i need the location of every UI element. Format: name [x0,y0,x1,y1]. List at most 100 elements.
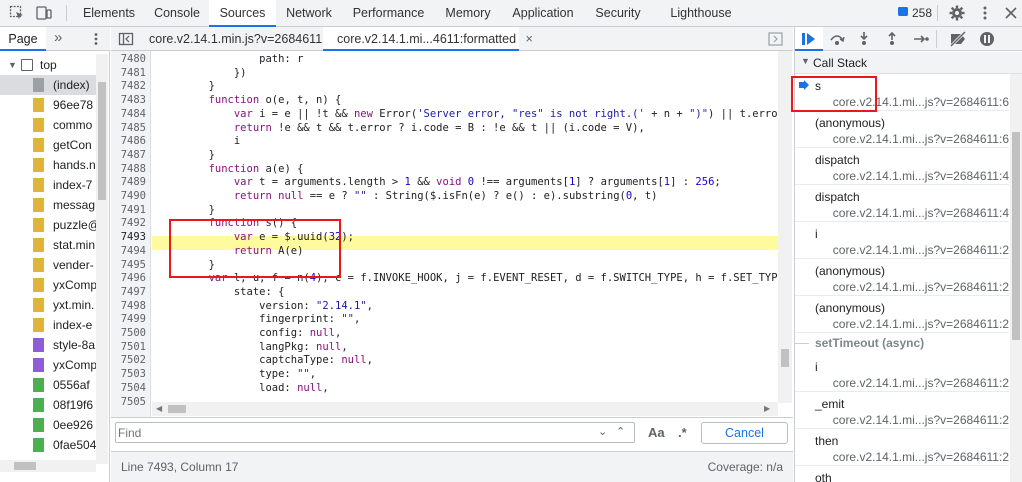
tab-network[interactable]: Network [276,0,342,26]
scroll-right-icon[interactable]: ▶ [764,405,770,413]
file-item[interactable]: 96ee78 [0,95,96,115]
call-frame[interactable]: (anonymous) core.v2.14.1.mi...js?v=26846… [795,111,1009,148]
code-v-scrollbar[interactable] [778,51,792,403]
call-frame[interactable]: (anonymous) core.v2.14.1.mi...js?v=26846… [795,259,1009,296]
line-number[interactable]: 7483 [111,94,146,108]
editor-tab-minified[interactable]: core.v2.14.1.min.js?v=2684611 [141,27,323,51]
scrollbar-thumb[interactable] [1012,132,1020,340]
tab-security[interactable]: Security [585,0,651,26]
frame-location[interactable]: core.v2.14.1.mi...js?v=2684611:2 [833,317,1009,331]
tab-console[interactable]: Console [145,0,209,26]
call-frame[interactable]: i core.v2.14.1.mi...js?v=2684611:2 [795,222,1009,259]
step-out-icon[interactable] [886,32,898,46]
scrollbar-thumb[interactable] [98,82,106,200]
tab-sources[interactable]: Sources [209,0,276,27]
expand-triangle-icon[interactable]: ▼ [8,55,17,75]
inspect-element-icon[interactable] [9,5,25,21]
frame-location[interactable]: core.v2.14.1.mi...js?v=2684611:2 [833,243,1009,257]
line-number[interactable]: 7493 [111,231,146,245]
line-number[interactable]: 7495 [111,259,146,273]
file-item[interactable]: style-8a [0,335,96,355]
collapse-triangle-icon[interactable]: ▼ [801,56,810,66]
regex-button[interactable]: .* [678,425,687,440]
debugger-scrollbar[interactable] [1010,74,1022,482]
pause-on-exceptions-icon[interactable] [979,31,995,47]
file-item[interactable]: index-e [0,315,96,335]
call-frame[interactable]: _emit core.v2.14.1.mi...js?v=2684611:2 [795,392,1009,429]
call-frame[interactable]: dispatch core.v2.14.1.mi...js?v=2684611:… [795,148,1009,185]
call-frame[interactable]: i core.v2.14.1.mi...js?v=2684611:2 [795,355,1009,392]
line-number[interactable]: 7485 [111,122,146,136]
file-item[interactable]: yxComp [0,355,96,375]
tab-page[interactable]: Page [0,27,46,51]
call-frame[interactable]: dispatch core.v2.14.1.mi...js?v=2684611:… [795,185,1009,222]
step-icon[interactable] [913,32,929,46]
scrollbar-thumb[interactable] [14,462,36,470]
call-frame[interactable]: oth [795,466,1009,482]
search-input[interactable] [118,424,588,441]
line-number[interactable]: 7502 [111,354,146,368]
navigator-menu-icon[interactable] [88,31,104,47]
line-number[interactable]: 7487 [111,149,146,163]
file-item[interactable]: 0ee926 [0,415,96,435]
line-number[interactable]: 7504 [111,382,146,396]
device-toolbar-icon[interactable] [36,5,52,21]
editor-tab-formatted[interactable]: core.v2.14.1.mi...4611:formatted × [323,27,533,51]
call-frame[interactable]: (anonymous) core.v2.14.1.mi...js?v=26846… [795,296,1009,333]
settings-gear-icon[interactable] [949,5,965,21]
line-number[interactable]: 7481 [111,67,146,81]
more-options-icon[interactable] [977,5,993,21]
file-item[interactable]: 0fae504 [0,435,96,455]
file-item[interactable]: vender- [0,255,96,275]
code-h-scrollbar[interactable]: ◀ ▶ [152,402,778,416]
file-item[interactable]: yxt.min. [0,295,96,315]
frame-location[interactable]: core.v2.14.1.mi...js?v=2684611:6 [833,132,1009,146]
frame-location[interactable]: core.v2.14.1.mi...js?v=2684611:2 [833,413,1009,427]
line-number[interactable]: 7489 [111,176,146,190]
search-input-box[interactable]: ⌄ ⌃ [115,422,635,443]
tab-performance[interactable]: Performance [342,0,435,26]
file-item[interactable]: stat.min [0,235,96,255]
file-item[interactable]: yxComp [0,275,96,295]
file-item[interactable]: index-7 [0,175,96,195]
line-number[interactable]: 7496 [111,272,146,286]
line-number[interactable]: 7503 [111,368,146,382]
file-item[interactable]: commo [0,115,96,135]
line-number[interactable]: 7497 [111,286,146,300]
file-item[interactable]: (index) [0,75,96,95]
file-item[interactable]: puzzle@ [0,215,96,235]
line-number[interactable]: 7486 [111,135,146,149]
frame-location[interactable]: core.v2.14.1.mi...js?v=2684611:2 [833,376,1009,390]
file-item[interactable]: hands.n [0,155,96,175]
frame-location[interactable]: core.v2.14.1.mi...js?v=2684611:4 [833,169,1009,183]
frame-location[interactable]: core.v2.14.1.mi...js?v=2684611:2 [833,450,1009,464]
close-devtools-icon[interactable] [1003,5,1019,21]
cancel-search-button[interactable]: Cancel [701,422,788,444]
line-number[interactable]: 7501 [111,341,146,355]
frame-location[interactable]: core.v2.14.1.mi...js?v=2684611:4 [833,206,1009,220]
line-number[interactable]: 7498 [111,300,146,314]
call-stack-header[interactable]: ▼ Call Stack [795,52,1022,74]
step-over-icon[interactable] [829,32,845,46]
line-number[interactable]: 7490 [111,190,146,204]
line-number[interactable]: 7484 [111,108,146,122]
search-prev-icon[interactable]: ⌄ [598,425,607,438]
match-case-button[interactable]: Aa [648,425,665,440]
file-item[interactable]: 08f19f6 [0,395,96,415]
navigator-more-tabs[interactable]: » [54,27,62,51]
scrollbar-thumb[interactable] [168,405,186,413]
navigator-h-scrollbar[interactable] [0,460,96,472]
line-number[interactable]: 7488 [111,163,146,177]
toggle-navigator-icon[interactable] [118,31,134,47]
frame-location[interactable]: core.v2.14.1.mi...js?v=2684611:2 [833,280,1009,294]
deactivate-breakpoints-icon[interactable] [949,31,967,47]
tree-node-top[interactable]: ▼ top [0,55,96,75]
line-number[interactable]: 7494 [111,245,146,259]
tab-lighthouse[interactable]: Lighthouse [661,0,741,26]
search-next-icon[interactable]: ⌃ [616,425,625,438]
file-item[interactable]: 0556af [0,375,96,395]
step-into-icon[interactable] [858,32,870,46]
line-number[interactable]: 7505 [111,396,146,410]
navigator-scrollbar[interactable] [96,54,108,464]
line-number-gutter[interactable]: 7480 7481 7482 7483 7484 7485 7486 7487 7488 7489… [111,51,151,417]
